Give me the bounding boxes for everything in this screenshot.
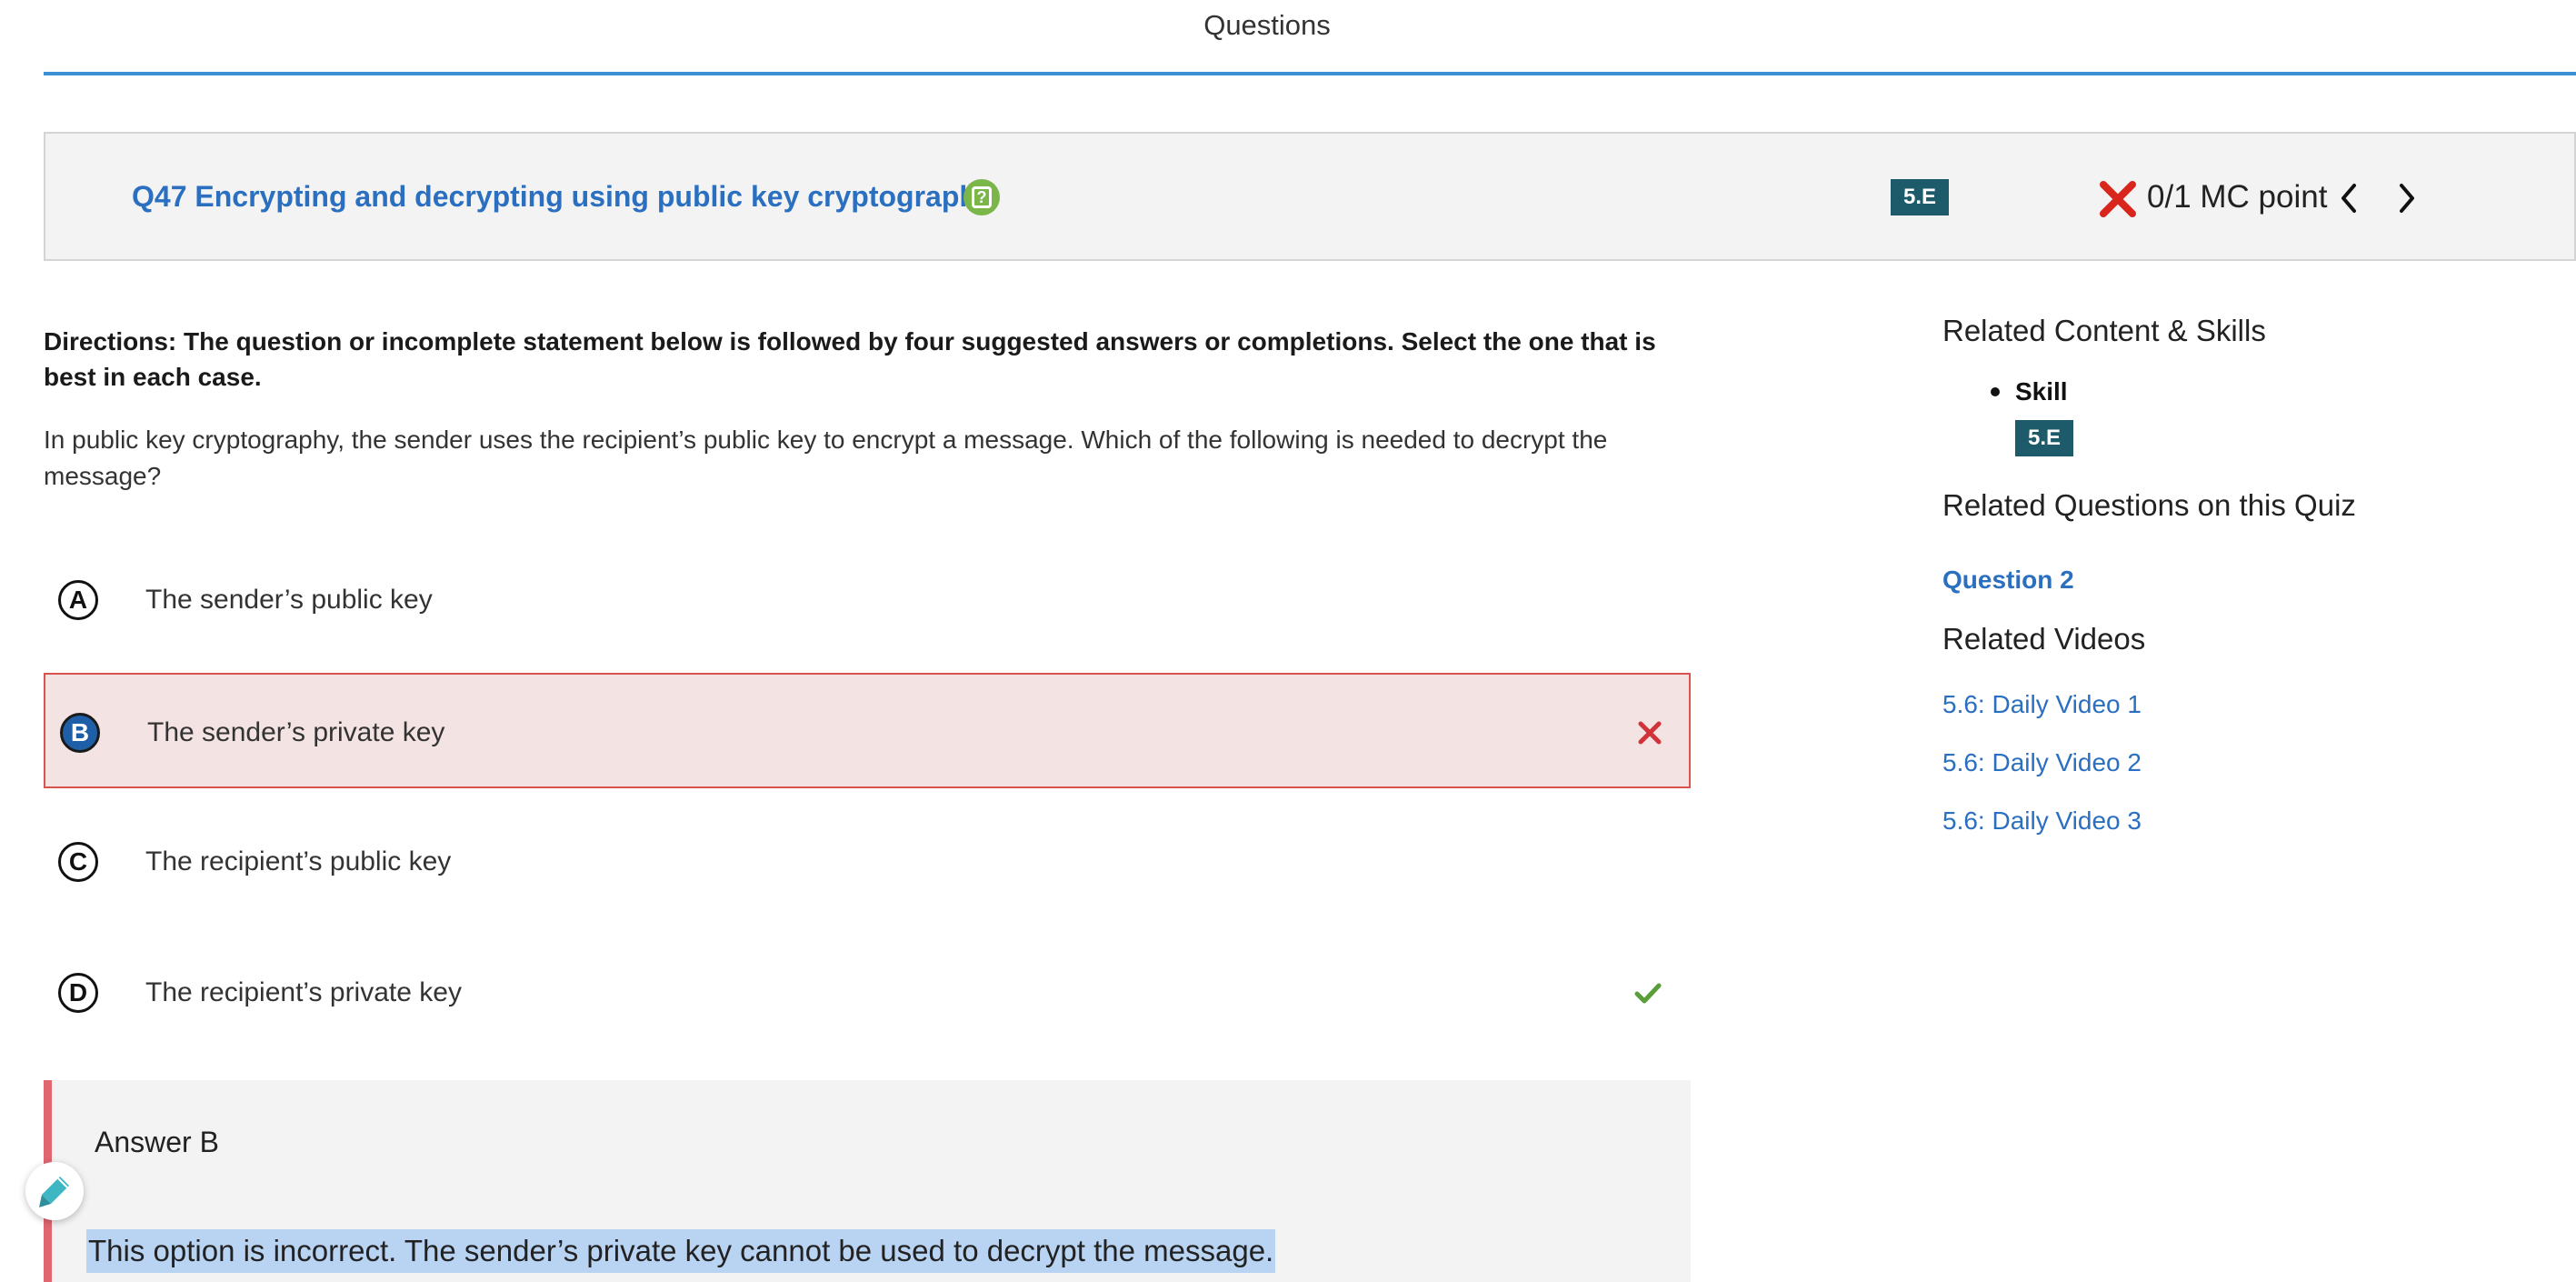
answer-option-d[interactable]: D The recipient’s private key [44, 935, 1691, 1050]
next-question-button[interactable] [2391, 180, 2421, 216]
related-question-link[interactable]: Question 2 [1942, 563, 2074, 597]
incorrect-icon [1634, 715, 1665, 751]
skill-badge-sidebar: 5.E [2015, 420, 2073, 456]
answer-option-c[interactable]: C The recipient’s public key [44, 804, 1691, 919]
question-title[interactable]: Q47 Encrypting and decrypting using publ… [132, 178, 993, 215]
chevron-right-icon [2400, 184, 2414, 213]
related-video-link-2[interactable]: 5.6: Daily Video 2 [1942, 746, 2142, 780]
tab-questions[interactable]: Questions [0, 5, 2576, 45]
related-videos-heading: Related Videos [1942, 622, 2146, 656]
pencil-icon [39, 1177, 69, 1207]
related-video-link-1[interactable]: 5.6: Daily Video 1 [1942, 687, 2142, 722]
skill-badge: 5.E [1891, 179, 1949, 215]
bullet-icon [1991, 387, 2000, 396]
incorrect-x-icon [2098, 179, 2138, 219]
active-tab-underline [44, 72, 2576, 75]
annotate-button[interactable] [25, 1162, 84, 1220]
option-letter: C [58, 842, 98, 882]
score-label: 0/1 MC point [2147, 179, 2328, 215]
option-text: The sender’s public key [145, 585, 433, 615]
answer-option-b[interactable]: B The sender’s private key [44, 673, 1691, 788]
tab-questions-label: Questions [1203, 9, 1331, 41]
option-text: The recipient’s public key [145, 846, 452, 876]
option-text: The recipient’s private key [145, 977, 462, 1007]
correct-check-icon [1632, 975, 1663, 1011]
answer-explanation-text: This option is incorrect. The sender’s p… [86, 1229, 1276, 1273]
option-letter: A [58, 580, 98, 620]
previous-question-button[interactable] [2334, 180, 2365, 216]
directions-text: Directions: The question or incomplete s… [44, 327, 1656, 391]
answer-option-a[interactable]: A The sender’s public key [44, 542, 1691, 657]
help-icon[interactable]: ? [964, 179, 1000, 215]
skill-label: Skill [2015, 377, 2068, 406]
related-questions-heading: Related Questions on this Quiz [1942, 488, 2356, 522]
chevron-left-icon [2341, 184, 2356, 213]
option-letter: D [58, 973, 98, 1013]
related-video-link-3[interactable]: 5.6: Daily Video 3 [1942, 804, 2142, 838]
answer-title: Answer B [95, 1126, 219, 1158]
question-stem: In public key cryptography, the sender u… [44, 426, 1608, 490]
related-content-heading: Related Content & Skills [1942, 314, 2266, 347]
option-text: The sender’s private key [147, 717, 445, 747]
option-letter: B [60, 713, 100, 753]
